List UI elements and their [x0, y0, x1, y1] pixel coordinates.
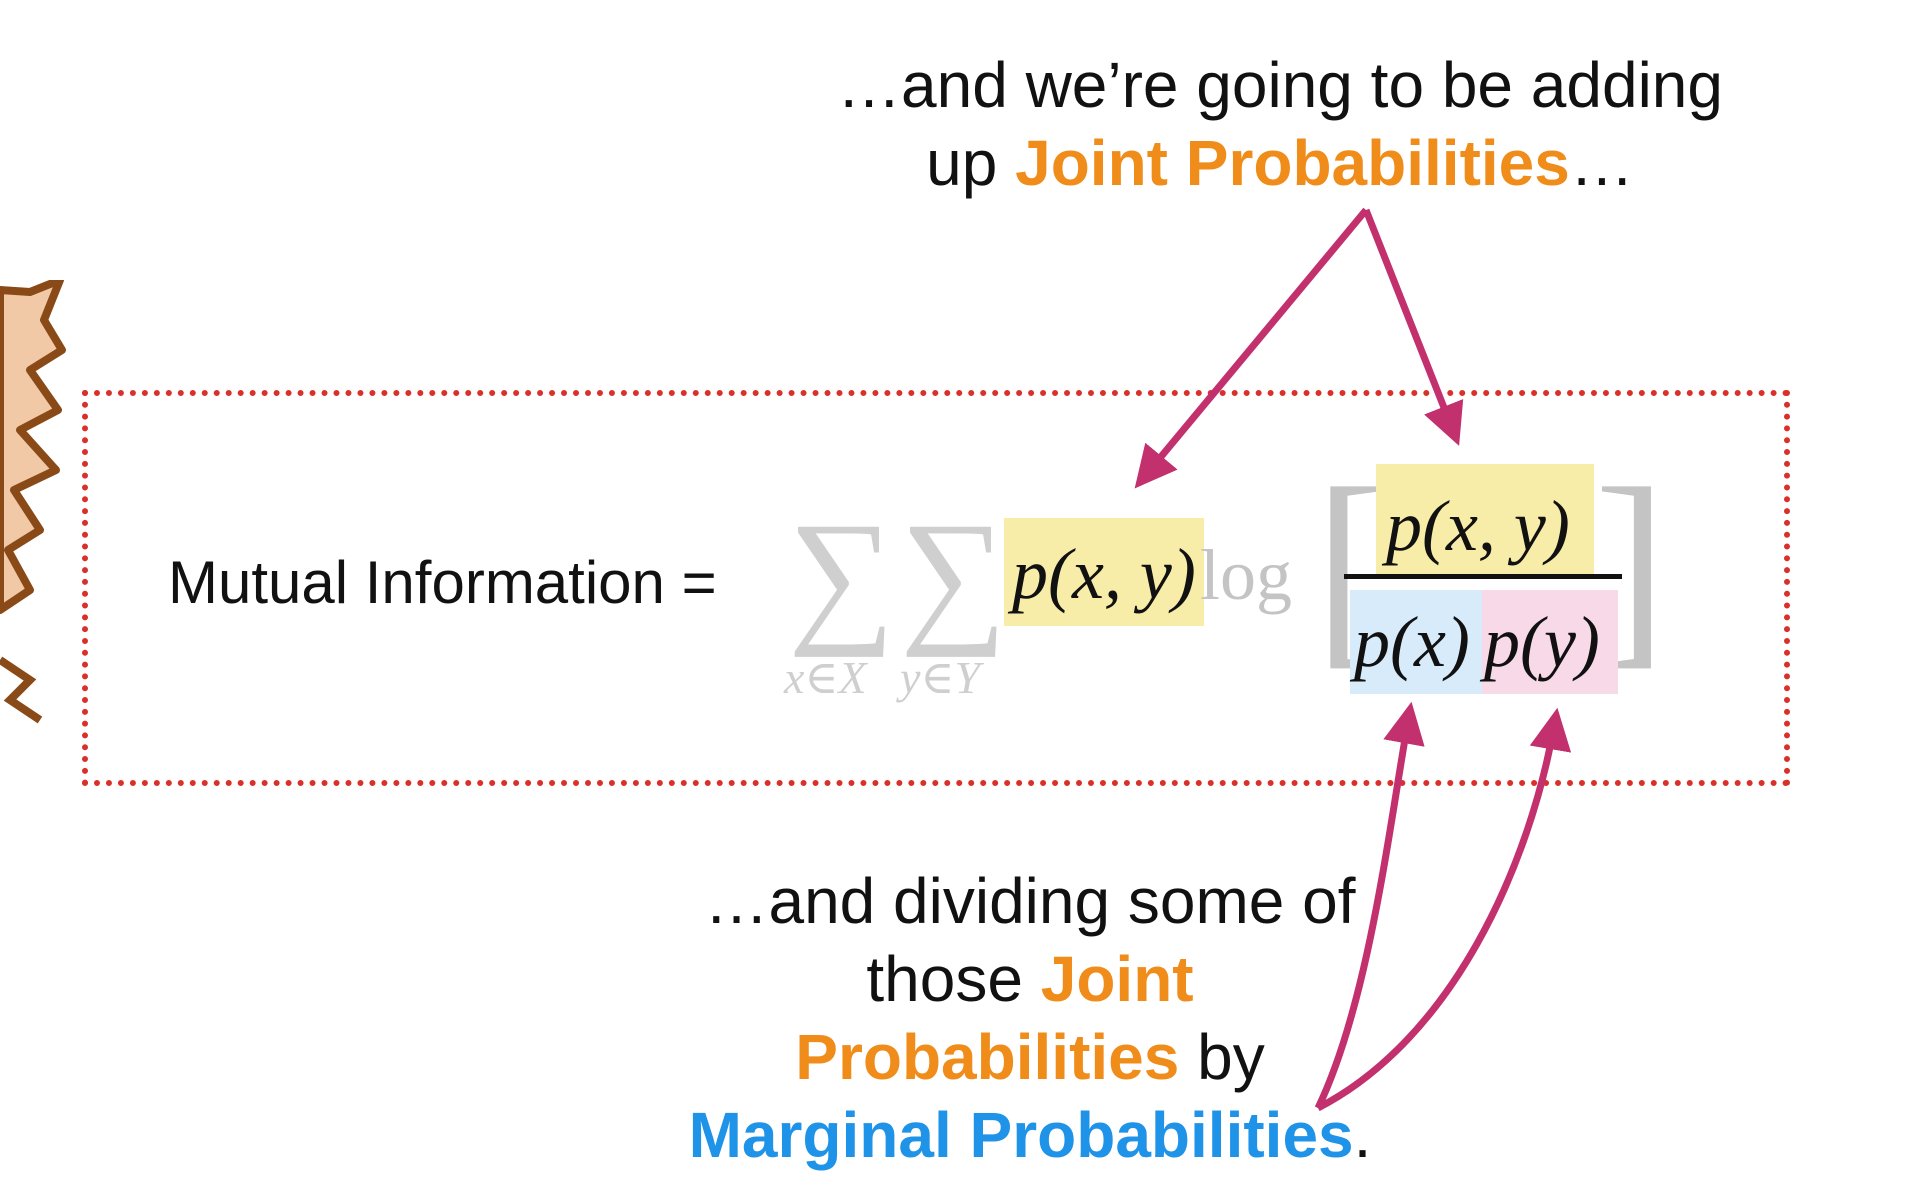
arrows-layer	[1134, 207, 1572, 1112]
arrow-to-joint-term	[1134, 207, 1369, 489]
arrow-to-denominator-y	[1316, 707, 1572, 1112]
slide: …and we’re going to be adding up Joint P…	[0, 0, 1932, 1191]
arrow-to-numerator	[1362, 208, 1464, 446]
